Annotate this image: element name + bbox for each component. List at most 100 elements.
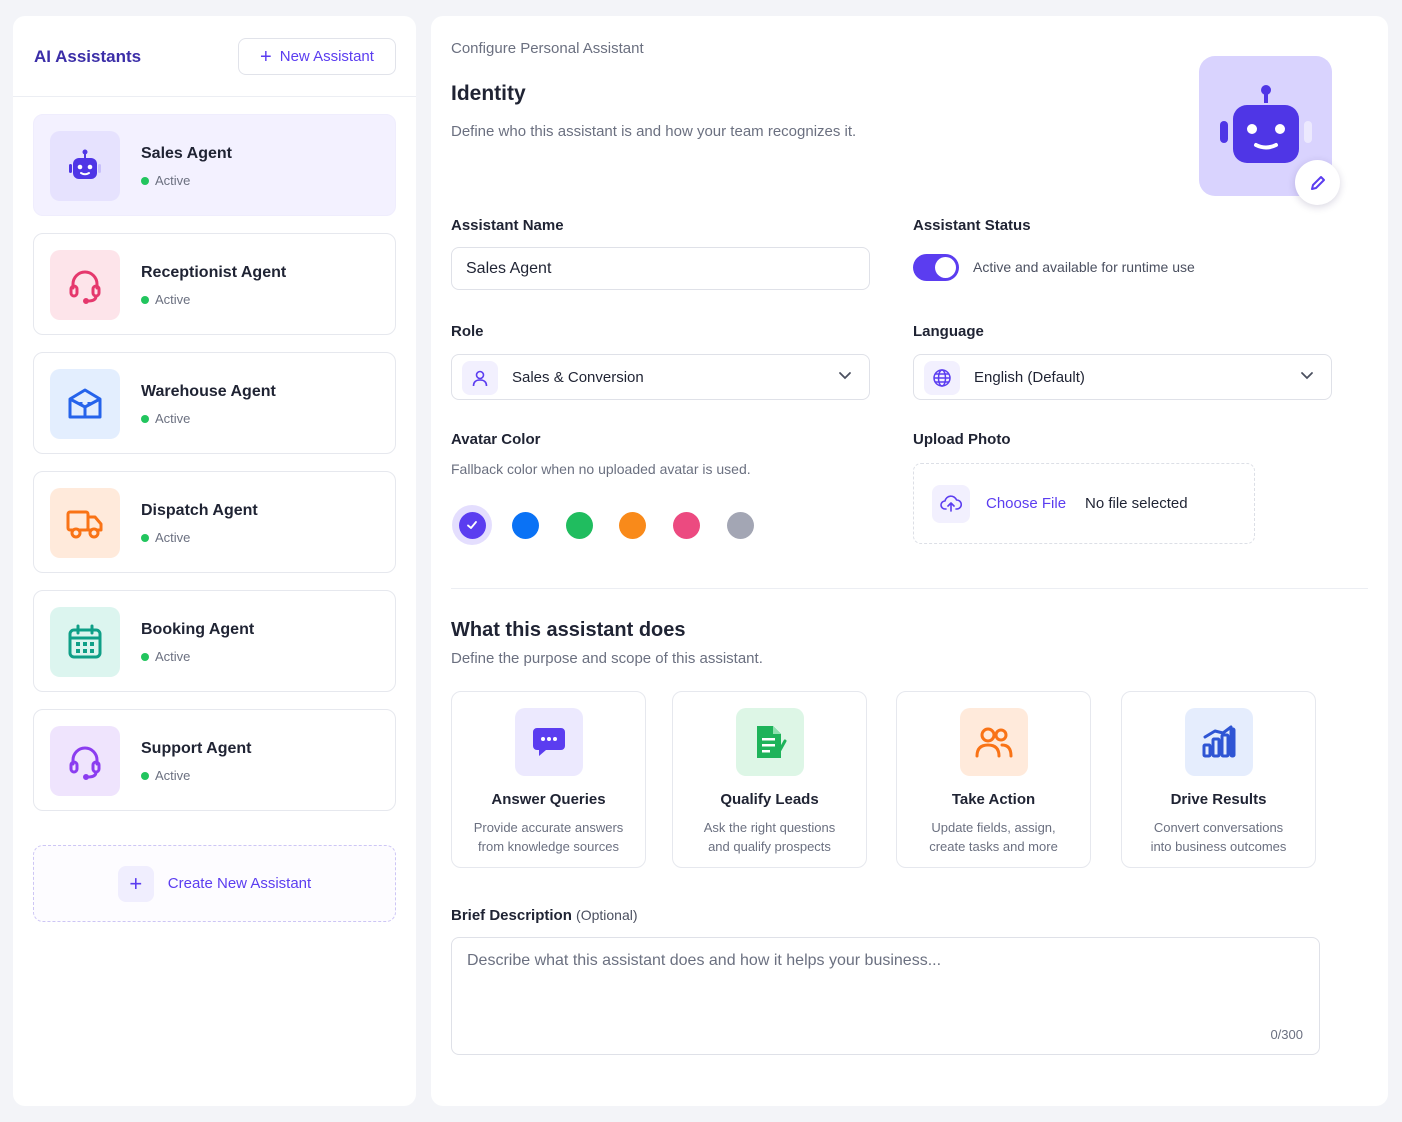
check-icon (467, 521, 477, 529)
agent-item-booking[interactable]: Booking Agent Active (33, 590, 396, 692)
description-label: Brief Description (Optional) (451, 907, 638, 924)
capability-card-answer-queries[interactable]: Answer Queries Provide accurate answers f… (451, 691, 646, 868)
swatch-fill (511, 511, 539, 539)
section-divider (451, 588, 1368, 589)
agent-status: Active (141, 649, 190, 664)
status-text: Active (155, 411, 191, 426)
configure-panel: Configure Personal Assistant Identity De… (431, 16, 1388, 1106)
chevron-down-icon (1299, 367, 1315, 388)
capability-description: Ask the right questions and qualify prosp… (703, 820, 836, 854)
users-icon (960, 708, 1028, 776)
color-swatch-blue[interactable] (505, 505, 545, 545)
status-text: Active (155, 292, 191, 307)
capability-card-take-action[interactable]: Take Action Update fields, assign, create… (896, 691, 1091, 868)
globe-icon (924, 361, 960, 395)
character-count: 0/300 (1270, 1027, 1303, 1042)
color-swatch-pink[interactable] (666, 505, 706, 545)
plus-icon: + (117, 865, 154, 902)
description-label-text: Brief Description (451, 907, 572, 924)
create-new-assistant-button[interactable]: + Create New Assistant (33, 845, 396, 922)
status-description: Active and available for runtime use (973, 259, 1195, 275)
headset-icon (50, 726, 120, 796)
upload-photo-label: Upload Photo (913, 431, 1011, 448)
upload-dropzone[interactable]: Choose File No file selected (913, 463, 1255, 544)
color-swatch-purple[interactable] (452, 505, 492, 545)
description-placeholder: Describe what this assistant does and ho… (467, 952, 942, 969)
no-file-text: No file selected (1085, 495, 1188, 512)
assistant-status-label: Assistant Status (913, 217, 1031, 234)
assistants-sidebar: AI Assistants + New Assistant Sales Agen… (13, 16, 416, 1106)
avatar-color-label: Avatar Color (451, 431, 541, 448)
agent-item-receptionist[interactable]: Receptionist Agent Active (33, 233, 396, 335)
choose-file-button[interactable]: Choose File (986, 495, 1066, 512)
capability-description: Convert conversations into business outco… (1150, 820, 1287, 854)
status-dot (141, 533, 149, 542)
swatch-fill (458, 511, 486, 539)
status-dot (141, 414, 149, 423)
new-assistant-label: New Assistant (279, 48, 374, 65)
truck-icon (50, 488, 120, 558)
agent-item-warehouse[interactable]: Warehouse Agent Active (33, 352, 396, 454)
status-text: Active (155, 768, 191, 783)
what-it-does-subtitle: Define the purpose and scope of this ass… (451, 650, 763, 667)
chevron-down-icon (837, 367, 853, 388)
color-swatch-gray[interactable] (720, 505, 760, 545)
edit-avatar-button[interactable] (1295, 160, 1340, 205)
agent-status: Active (141, 768, 190, 783)
agent-status: Active (141, 173, 190, 188)
description-textarea[interactable]: Describe what this assistant does and ho… (451, 937, 1320, 1055)
role-select[interactable]: Sales & Conversion (451, 354, 870, 400)
capability-title: Answer Queries (491, 791, 606, 808)
sidebar-title: AI Assistants (34, 47, 142, 66)
capability-card-qualify-leads[interactable]: Qualify Leads Ask the right questions and… (672, 691, 867, 868)
agent-name: Dispatch Agent (141, 502, 258, 519)
capability-card-drive-results[interactable]: Drive Results Convert conversations into … (1121, 691, 1316, 868)
status-text: Active (155, 173, 191, 188)
identity-heading: Identity (451, 82, 526, 105)
agent-status: Active (141, 292, 190, 307)
capability-title: Qualify Leads (720, 791, 819, 808)
role-label: Role (451, 323, 484, 340)
color-swatch-green[interactable] (559, 505, 599, 545)
bar-chart-icon (1185, 708, 1253, 776)
create-new-assistant-label: Create New Assistant (167, 875, 312, 892)
language-label: Language (913, 323, 984, 340)
document-check-icon (736, 708, 804, 776)
status-toggle[interactable] (913, 254, 959, 281)
agent-name: Sales Agent (141, 145, 232, 162)
assistant-name-input[interactable] (451, 247, 870, 290)
agent-status: Active (141, 530, 190, 545)
cloud-upload-icon (932, 485, 970, 523)
capability-title: Drive Results (1170, 791, 1267, 808)
status-dot (141, 176, 149, 185)
optional-tag: (Optional) (576, 907, 638, 923)
robot-icon (1219, 85, 1312, 163)
capability-description: Provide accurate answers from knowledge s… (473, 820, 624, 854)
agent-status: Active (141, 411, 190, 426)
status-text: Active (155, 530, 191, 545)
agent-item-sales[interactable]: Sales Agent Active (33, 114, 396, 216)
swatch-fill (618, 511, 646, 539)
agent-name: Receptionist Agent (141, 264, 287, 281)
swatch-fill (726, 511, 754, 539)
sidebar-header: AI Assistants + New Assistant (13, 16, 416, 97)
box-icon (50, 369, 120, 439)
identity-subtitle: Define who this assistant is and how you… (451, 123, 857, 140)
new-assistant-button[interactable]: + New Assistant (238, 38, 396, 75)
plus-icon: + (260, 45, 272, 68)
person-icon (462, 361, 498, 395)
capability-title: Take Action (951, 791, 1036, 808)
swatch-fill (672, 511, 700, 539)
agent-item-support[interactable]: Support Agent Active (33, 709, 396, 811)
toggle-knob (935, 257, 956, 278)
language-select[interactable]: English (Default) (913, 354, 1332, 400)
robot-icon (50, 131, 120, 201)
what-it-does-heading: What this assistant does (451, 619, 686, 641)
color-swatch-orange[interactable] (612, 505, 652, 545)
status-dot (141, 771, 149, 780)
agent-item-dispatch[interactable]: Dispatch Agent Active (33, 471, 396, 573)
calendar-icon (50, 607, 120, 677)
swatch-fill (565, 511, 593, 539)
headset-icon (50, 250, 120, 320)
status-text: Active (155, 649, 191, 664)
